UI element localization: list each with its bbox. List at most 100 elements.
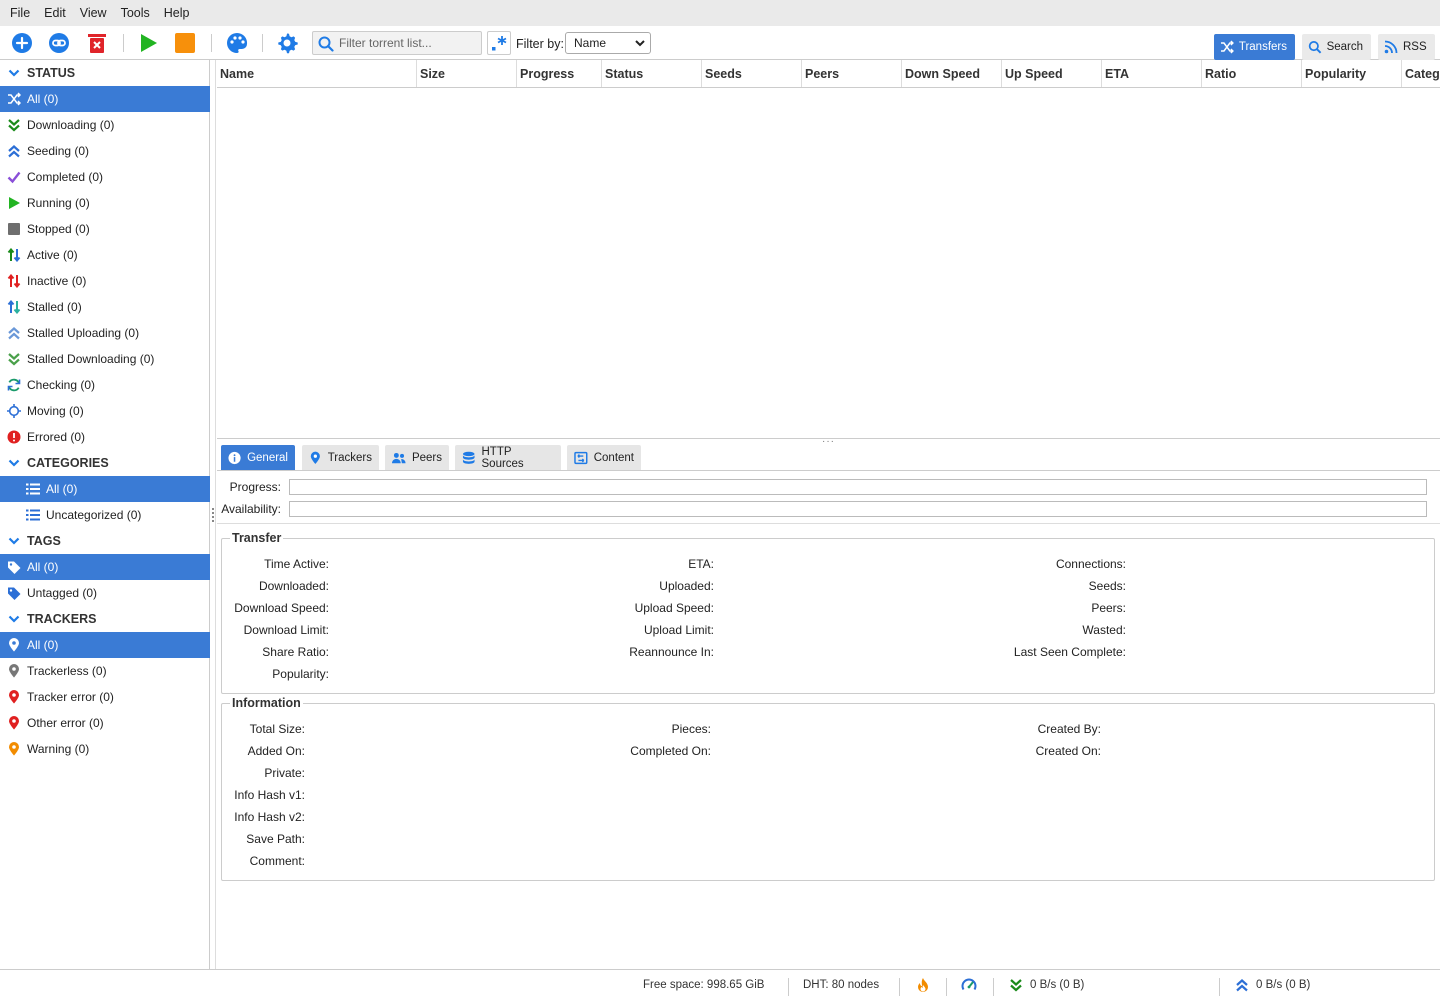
sidebar-item-uncategorized[interactable]: Uncategorized (0): [0, 502, 210, 528]
menu-help[interactable]: Help: [157, 6, 197, 20]
progress-bar: [289, 479, 1427, 495]
regex-toggle-button[interactable]: [487, 31, 511, 55]
delete-icon[interactable]: [84, 30, 110, 56]
divider: [217, 523, 1440, 524]
sidebar-item-label: All (0): [46, 482, 78, 496]
chevron-down-icon: [7, 612, 21, 626]
column-header-popularity[interactable]: Popularity: [1302, 60, 1402, 87]
transfer-group: Transfer: [221, 531, 1435, 694]
sidebar-splitter[interactable]: [210, 60, 216, 969]
sidebar-item-seeding[interactable]: Seeding (0): [0, 138, 210, 164]
sidebar-item-errored[interactable]: Errored (0): [0, 424, 210, 450]
sidebar-item-tracker-all[interactable]: All (0): [0, 632, 210, 658]
stop-icon[interactable]: [172, 30, 198, 56]
column-header-down-speed[interactable]: Down Speed: [902, 60, 1002, 87]
sidebar-item-tag-all[interactable]: All (0): [0, 554, 210, 580]
column-header-peers[interactable]: Peers: [802, 60, 902, 87]
sidebar-item-other-error[interactable]: Other error (0): [0, 710, 210, 736]
tab-search[interactable]: Search: [1302, 34, 1371, 60]
sidebar-item-downloading[interactable]: Downloading (0): [0, 112, 210, 138]
sidebar-item-status-all[interactable]: All (0): [0, 86, 210, 112]
sidebar-item-label: Active (0): [27, 248, 78, 262]
regex-icon: [492, 36, 507, 51]
sidebar-item-running[interactable]: Running (0): [0, 190, 210, 216]
add-link-icon[interactable]: [46, 30, 72, 56]
column-header-category[interactable]: Category: [1402, 60, 1440, 87]
menu-edit[interactable]: Edit: [37, 6, 73, 20]
sidebar-item-stalled-uploading[interactable]: Stalled Uploading (0): [0, 320, 210, 346]
filter-torrent-input[interactable]: [339, 34, 479, 52]
double-chevron-down-icon: [7, 352, 21, 366]
torrent-list-body[interactable]: [217, 88, 1440, 438]
tab-content[interactable]: Content: [567, 445, 641, 470]
search-icon: [1308, 40, 1322, 54]
tab-general[interactable]: General: [221, 445, 295, 470]
tab-rss-label: RSS: [1403, 41, 1427, 53]
column-header-name[interactable]: Name: [217, 60, 417, 87]
sidebar-item-checking[interactable]: Checking (0): [0, 372, 210, 398]
column-header-size[interactable]: Size: [417, 60, 517, 87]
sidebar-item-label: All (0): [27, 92, 59, 106]
transfer-field-label: Share Ratio:: [262, 645, 329, 659]
map-pin-icon: [7, 742, 21, 756]
sidebar-section-tags[interactable]: TAGS: [0, 528, 210, 554]
tab-peers[interactable]: Peers: [385, 445, 449, 470]
transfer-group-title: Transfer: [232, 531, 282, 545]
start-icon[interactable]: [135, 30, 161, 56]
information-field-label: Created On:: [1035, 744, 1101, 758]
menu-file[interactable]: File: [3, 6, 37, 20]
sidebar-item-label: Uncategorized (0): [46, 508, 142, 522]
folder-content-icon: [574, 451, 588, 464]
upload-speed-text[interactable]: 0 B/s (0 B): [1256, 979, 1310, 991]
list-icon: [26, 482, 40, 496]
tab-trackers[interactable]: Trackers: [302, 445, 379, 470]
sidebar-item-tracker-error[interactable]: Tracker error (0): [0, 684, 210, 710]
menu-view[interactable]: View: [73, 6, 114, 20]
filter-by-select[interactable]: Name: [565, 32, 651, 54]
sidebar-item-label: Trackerless (0): [27, 664, 107, 678]
add-torrent-icon[interactable]: [9, 30, 35, 56]
sidebar-section-status[interactable]: STATUS: [0, 60, 210, 86]
speed-limit-icon[interactable]: [961, 977, 977, 993]
column-header-eta[interactable]: ETA: [1102, 60, 1202, 87]
tab-rss[interactable]: RSS: [1378, 34, 1435, 60]
sidebar-item-stopped[interactable]: Stopped (0): [0, 216, 210, 242]
sidebar-item-label: Completed (0): [27, 170, 104, 184]
column-header-seeds[interactable]: Seeds: [702, 60, 802, 87]
sidebar-item-inactive[interactable]: Inactive (0): [0, 268, 210, 294]
column-header-status[interactable]: Status: [602, 60, 702, 87]
transfer-field-label: Time Active:: [264, 557, 329, 571]
column-header-ratio[interactable]: Ratio: [1202, 60, 1302, 87]
double-chevron-down-icon: [7, 118, 21, 132]
sidebar-item-completed[interactable]: Completed (0): [0, 164, 210, 190]
sidebar-item-warning[interactable]: Warning (0): [0, 736, 210, 762]
tab-http-sources[interactable]: HTTP Sources: [455, 445, 561, 470]
availability-bar: [289, 501, 1427, 517]
tab-http-sources-label: HTTP Sources: [481, 445, 524, 470]
transfer-field-label: Peers:: [1091, 601, 1126, 615]
settings-icon[interactable]: [274, 30, 300, 56]
sidebar-item-trackerless[interactable]: Trackerless (0): [0, 658, 210, 684]
transfer-field-label: Upload Limit:: [643, 623, 714, 637]
section-title: TAGS: [27, 534, 61, 548]
sidebar: STATUS All (0) Downloading (0) Seeding (…: [0, 60, 210, 969]
sidebar-item-category-all[interactable]: All (0): [0, 476, 210, 502]
sidebar-section-trackers[interactable]: TRACKERS: [0, 606, 210, 632]
transfer-field-label: ETA:: [688, 557, 714, 571]
tab-general-label: General: [247, 451, 288, 464]
sidebar-item-moving[interactable]: Moving (0): [0, 398, 210, 424]
sidebar-item-untagged[interactable]: Untagged (0): [0, 580, 210, 606]
sidebar-item-active[interactable]: Active (0): [0, 242, 210, 268]
column-header-progress[interactable]: Progress: [517, 60, 602, 87]
transfer-field-label: Downloaded:: [258, 579, 329, 593]
theme-palette-icon[interactable]: [224, 30, 250, 56]
firewall-flame-icon[interactable]: [915, 977, 931, 993]
sidebar-item-stalled[interactable]: Stalled (0): [0, 294, 210, 320]
download-speed-text[interactable]: 0 B/s (0 B): [1030, 979, 1084, 991]
information-field-label: Comment:: [249, 854, 305, 868]
tab-transfers[interactable]: Transfers: [1214, 34, 1295, 60]
menu-tools[interactable]: Tools: [114, 6, 157, 20]
sidebar-item-stalled-downloading[interactable]: Stalled Downloading (0): [0, 346, 210, 372]
sidebar-section-categories[interactable]: CATEGORIES: [0, 450, 210, 476]
column-header-up-speed[interactable]: Up Speed: [1002, 60, 1102, 87]
